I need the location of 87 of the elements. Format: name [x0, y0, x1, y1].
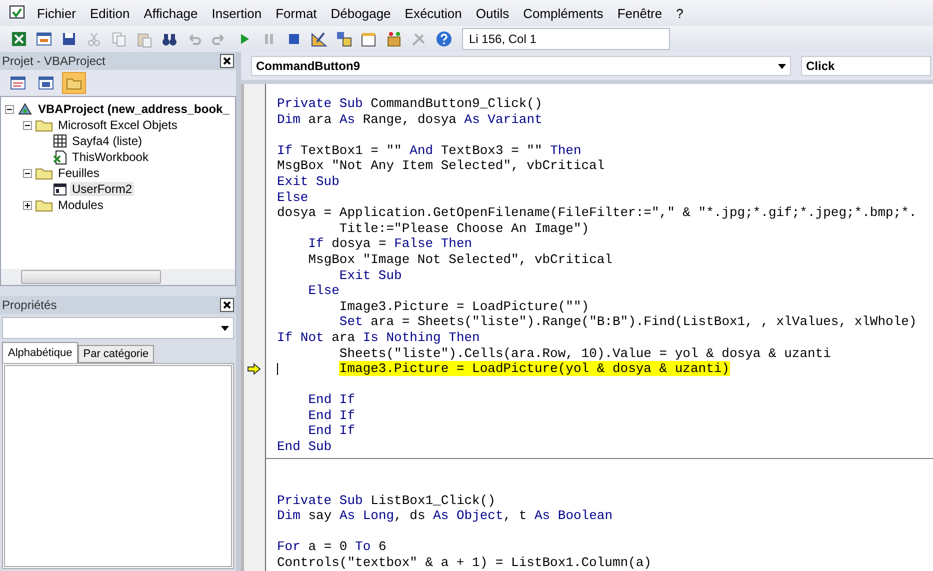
caret-icon [221, 326, 229, 330]
code-line: MsgBox "Image Not Selected", vbCritical [307, 252, 612, 267]
code-line: Exit Sub [277, 174, 340, 189]
code-line: End If [307, 423, 356, 438]
scissors-icon [88, 32, 100, 46]
collapse-toggle[interactable] [23, 120, 32, 130]
close-button[interactable] [220, 54, 234, 68]
copy-icon [112, 32, 126, 46]
menu-item[interactable]: Edition [83, 6, 137, 20]
code-line: MsgBox "Not Any Item Selected", vbCritical [277, 158, 605, 174]
tree-item[interactable]: Feuilles [56, 166, 102, 180]
folder-icon [66, 76, 82, 90]
binoculars-icon [162, 34, 176, 46]
play-icon [241, 34, 249, 44]
plus-icon [24, 202, 31, 208]
menu-item[interactable]: Insertion [204, 6, 269, 20]
workbook-icon [53, 150, 67, 164]
code-line: Sheets("liste").Cells(ara.Row, 10).Value = yol & dosya & uzanti [338, 346, 831, 360]
menu-item[interactable]: Format [268, 6, 324, 20]
form-icon [53, 182, 67, 196]
tree-item[interactable]: UserForm2 [70, 182, 134, 196]
collapse-toggle[interactable] [23, 168, 32, 178]
code-line: End Sub [277, 439, 332, 454]
object-view-icon [38, 76, 54, 90]
tree-item[interactable]: Microsoft Excel Objets [56, 118, 180, 132]
expand-toggle[interactable] [23, 200, 32, 210]
tab[interactable]: Alphabétique [2, 342, 78, 363]
paste-icon [138, 34, 152, 48]
code-line: End If [307, 408, 356, 423]
collapse-toggle[interactable] [5, 104, 14, 114]
caret-icon [778, 64, 786, 68]
ruler-triangle-icon [312, 32, 328, 46]
scrollbar[interactable] [1, 269, 235, 285]
code-line: Else [277, 190, 308, 205]
object-dropdown[interactable]: CommandButton9 [251, 56, 791, 76]
code-line: For a = 0 To 6 [277, 539, 386, 554]
menu-item[interactable]: Exécution [398, 6, 469, 20]
tree-item[interactable]: ThisWorkbook [70, 150, 150, 164]
form-icon [36, 32, 52, 46]
code-line: Private Sub ListBox1_Click() [277, 492, 496, 508]
folder-icon [35, 118, 53, 132]
close-button[interactable] [220, 298, 234, 312]
menu-item[interactable]: Débogage [324, 6, 398, 20]
code-line: Private Sub CommandButton9_Click() [277, 96, 542, 111]
code-line: Controls("textbox" & a + 1) = ListBox1.Column(a) [277, 555, 652, 570]
code-line: End If [307, 392, 356, 408]
code-line: Image3.Picture = LoadPicture("") [338, 298, 590, 314]
procedure-dropdown[interactable]: Click [801, 56, 931, 76]
cursor-position: Li 156, Col 1 [462, 28, 670, 50]
undo-icon [189, 34, 201, 45]
code-line: Set ara = Sheets("liste").Range("B:B").Find(ListBox1, , xlValues, xlWhole) [338, 314, 917, 330]
code-line: If TextBox1 = "" And TextBox3 = "" Then [277, 142, 582, 158]
folder-icon [35, 166, 53, 180]
code-line: If Not ara Is Nothing Then [277, 330, 480, 345]
pause-icon [265, 34, 273, 44]
panel-title: Projet - VBAProject [2, 54, 106, 68]
sheet-icon [53, 134, 67, 148]
code-line: Dim ara As Range, dosya As Variant [277, 112, 542, 127]
help-icon [436, 32, 452, 46]
menu-item[interactable]: Affichage [136, 6, 205, 20]
menu-item[interactable]: ? [669, 6, 690, 20]
save-icon [63, 33, 75, 45]
view-button[interactable] [62, 72, 86, 94]
tree-item[interactable]: Modules [56, 198, 106, 212]
code-line: Dim say As Long, ds As Object, t As Boolean [277, 508, 613, 524]
tree-item[interactable]: VBAProject (new_address_book_ [36, 102, 232, 116]
stop-icon [289, 34, 299, 44]
menu-item[interactable]: Fichier [30, 6, 84, 20]
code-line: Exit Sub [338, 268, 402, 283]
panel-title: Propriétés [2, 298, 57, 312]
properties-icon [362, 33, 376, 46]
code-line: dosya = Application.GetOpenFilename(FileFilter:="," & "*.jpg;*.gif;*.jpeg;*.bmp;*. [277, 205, 917, 220]
menu-item[interactable]: Outils [468, 6, 516, 20]
spreadsheet-icon [12, 32, 26, 46]
close-icon [223, 301, 231, 309]
close-icon [223, 57, 231, 65]
code-line: Title:="Please Choose An Image") [338, 220, 590, 236]
code-line: Else [307, 283, 340, 298]
code-line: If dosya = False Then [307, 236, 472, 252]
text-cursor [277, 363, 278, 376]
code-view-icon [10, 76, 26, 90]
menu-item[interactable]: Compléments [516, 6, 610, 20]
redo-icon [212, 34, 224, 45]
folder-icon [35, 198, 53, 212]
tree-item[interactable]: Sayfa4 (liste) [70, 134, 144, 148]
tab[interactable]: Par catégorie [78, 345, 154, 363]
menu-item[interactable]: Fenêtre [610, 6, 670, 20]
